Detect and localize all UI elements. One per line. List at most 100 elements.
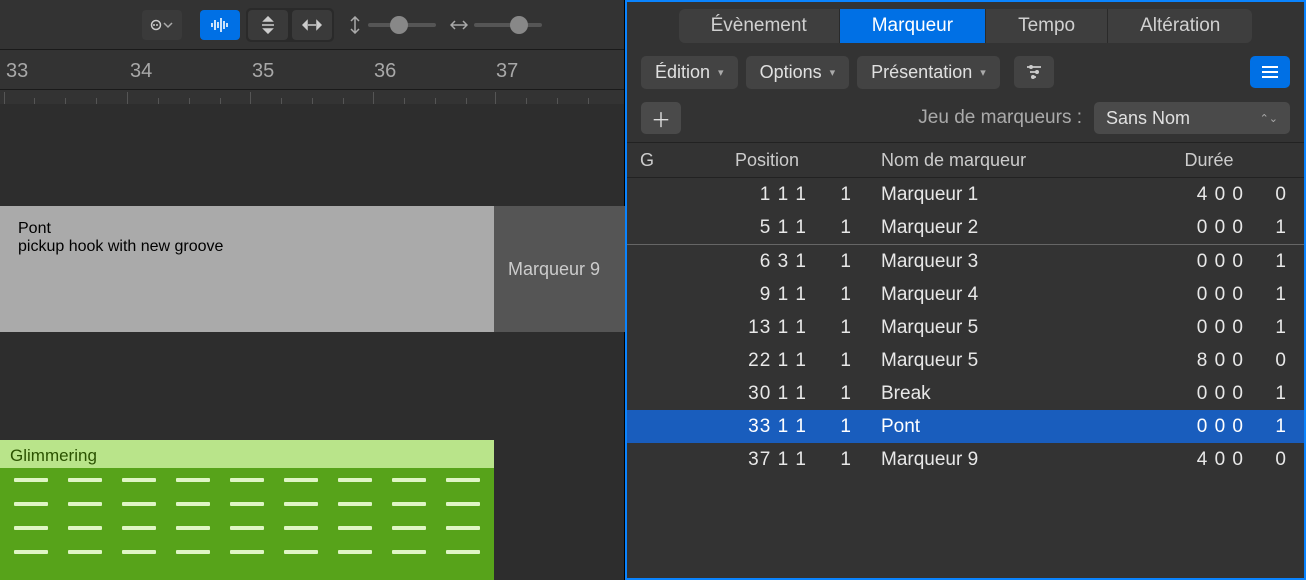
marker-list[interactable]: 1 1 11Marqueur 14 0 005 1 11Marqueur 20 … <box>627 178 1304 578</box>
marker-row[interactable]: 6 3 11Marqueur 30 0 01 <box>627 245 1304 278</box>
vertical-auto-zoom-button[interactable] <box>248 10 288 40</box>
row-duration-sub[interactable]: 1 <box>1256 317 1304 339</box>
editor-menubar: Édition▾ Options▾ Présentation▾ <box>627 50 1304 94</box>
marker-region-name: Pont <box>18 220 476 238</box>
marker-region-desc: pickup hook with new groove <box>18 238 476 256</box>
midi-notes-preview <box>0 468 494 564</box>
chevron-down-icon: ▾ <box>830 66 836 79</box>
row-duration[interactable]: 4 0 0 <box>1114 184 1256 206</box>
marker-set-select[interactable]: Sans Nom ⌃⌄ <box>1094 102 1290 134</box>
row-position[interactable]: 1 1 1 <box>667 184 817 206</box>
row-duration-sub[interactable]: 1 <box>1256 284 1304 306</box>
row-duration-sub[interactable]: 0 <box>1256 184 1304 206</box>
tab-tempo[interactable]: Tempo <box>985 9 1107 43</box>
marker-set-label: Jeu de marqueurs : <box>918 107 1082 129</box>
row-duration[interactable]: 0 0 0 <box>1114 383 1256 405</box>
row-duration[interactable]: 0 0 0 <box>1114 317 1256 339</box>
row-duration[interactable]: 4 0 0 <box>1114 449 1256 471</box>
row-duration[interactable]: 8 0 0 <box>1114 350 1256 372</box>
row-name[interactable]: Marqueur 4 <box>867 284 1114 306</box>
track-area[interactable]: Pont pickup hook with new groove Marqueu… <box>0 104 624 580</box>
marker-row[interactable]: 33 1 11Pont0 0 01 <box>627 410 1304 443</box>
row-name[interactable]: Marqueur 9 <box>867 449 1114 471</box>
audio-region-glimmering[interactable]: Glimmering <box>0 440 494 580</box>
row-name[interactable]: Marqueur 5 <box>867 317 1114 339</box>
tab-signature[interactable]: Altération <box>1107 9 1252 43</box>
row-position-sub[interactable]: 1 <box>817 383 857 405</box>
marker-region-pont[interactable]: Pont pickup hook with new groove <box>0 206 494 332</box>
waveform-tool-button[interactable] <box>200 10 240 40</box>
col-header-g[interactable]: G <box>627 150 667 171</box>
row-position-sub[interactable]: 1 <box>817 251 857 273</box>
view-menu[interactable]: Présentation▾ <box>857 56 1000 89</box>
row-name[interactable]: Break <box>867 383 1114 405</box>
updown-icon: ⌃⌄ <box>1260 112 1278 125</box>
row-name[interactable]: Pont <box>867 416 1114 438</box>
row-duration-sub[interactable]: 0 <box>1256 350 1304 372</box>
marker-9-label: Marqueur 9 <box>508 259 600 280</box>
row-name[interactable]: Marqueur 2 <box>867 217 1114 239</box>
row-position[interactable]: 6 3 1 <box>667 251 817 273</box>
row-position[interactable]: 5 1 1 <box>667 217 817 239</box>
functions-menu-button[interactable] <box>142 10 182 40</box>
bar-number: 37 <box>496 60 518 83</box>
row-position[interactable]: 37 1 1 <box>667 449 817 471</box>
row-name[interactable]: Marqueur 5 <box>867 350 1114 372</box>
horizontal-zoom-slider-group <box>450 18 542 32</box>
bar-number: 36 <box>374 60 396 83</box>
row-position[interactable]: 13 1 1 <box>667 317 817 339</box>
marker-row[interactable]: 22 1 11 Marqueur 58 0 00 <box>627 344 1304 377</box>
bar-number: 34 <box>130 60 152 83</box>
marker-list-header: G Position Nom de marqueur Durée <box>627 142 1304 178</box>
row-position-sub[interactable]: 1 <box>817 416 857 438</box>
edit-menu[interactable]: Édition▾ <box>641 56 738 89</box>
row-duration-sub[interactable]: 1 <box>1256 383 1304 405</box>
tab-event[interactable]: Évènement <box>679 9 839 43</box>
col-header-duration[interactable]: Durée <box>1114 150 1304 171</box>
row-position-sub[interactable]: 1 <box>817 284 857 306</box>
horizontal-auto-zoom-button[interactable] <box>292 10 332 40</box>
row-name[interactable]: Marqueur 3 <box>867 251 1114 273</box>
row-name[interactable]: Marqueur 1 <box>867 184 1114 206</box>
marker-row[interactable]: 37 1 11 Marqueur 94 0 00 <box>627 443 1304 476</box>
col-header-name[interactable]: Nom de marqueur <box>867 150 1114 171</box>
row-position-sub[interactable]: 1 <box>817 350 857 372</box>
marker-set-bar: ＋ Jeu de marqueurs : Sans Nom ⌃⌄ <box>627 94 1304 142</box>
marker-row[interactable]: 1 1 11 Marqueur 14 0 00 <box>627 178 1304 211</box>
row-position[interactable]: 22 1 1 <box>667 350 817 372</box>
col-header-position[interactable]: Position <box>667 150 867 171</box>
bar-number: 35 <box>252 60 274 83</box>
tab-marker[interactable]: Marqueur <box>839 9 985 43</box>
row-position-sub[interactable]: 1 <box>817 217 857 239</box>
marker-region-9[interactable]: Marqueur 9 <box>494 206 625 332</box>
bar-ruler[interactable]: 33 34 35 36 37 <box>0 50 624 90</box>
options-menu[interactable]: Options▾ <box>746 56 850 89</box>
row-duration-sub[interactable]: 1 <box>1256 251 1304 273</box>
row-position-sub[interactable]: 1 <box>817 184 857 206</box>
marker-row[interactable]: 9 1 11Marqueur 40 0 01 <box>627 278 1304 311</box>
list-view-button[interactable] <box>1250 56 1290 88</box>
row-position[interactable]: 33 1 1 <box>667 416 817 438</box>
marker-row[interactable]: 30 1 11Break0 0 01 <box>627 377 1304 410</box>
marker-row[interactable]: 13 1 11Marqueur 50 0 01 <box>627 311 1304 344</box>
row-duration[interactable]: 0 0 0 <box>1114 217 1256 239</box>
row-duration[interactable]: 0 0 0 <box>1114 251 1256 273</box>
vertical-zoom-slider-group <box>348 16 436 34</box>
marker-row[interactable]: 5 1 11Marqueur 20 0 01 <box>627 211 1304 244</box>
timeline-toolbar <box>0 0 624 50</box>
row-duration-sub[interactable]: 1 <box>1256 416 1304 438</box>
row-position-sub[interactable]: 1 <box>817 449 857 471</box>
horizontal-zoom-icon <box>450 18 468 32</box>
audio-region-name: Glimmering <box>0 444 494 468</box>
add-marker-button[interactable]: ＋ <box>641 102 681 134</box>
vertical-zoom-slider[interactable] <box>368 23 436 27</box>
row-duration-sub[interactable]: 1 <box>1256 217 1304 239</box>
row-position[interactable]: 30 1 1 <box>667 383 817 405</box>
row-position-sub[interactable]: 1 <box>817 317 857 339</box>
row-duration[interactable]: 0 0 0 <box>1114 284 1256 306</box>
row-position[interactable]: 9 1 1 <box>667 284 817 306</box>
row-duration-sub[interactable]: 0 <box>1256 449 1304 471</box>
horizontal-zoom-slider[interactable] <box>474 23 542 27</box>
filter-button[interactable] <box>1014 56 1054 88</box>
row-duration[interactable]: 0 0 0 <box>1114 416 1256 438</box>
